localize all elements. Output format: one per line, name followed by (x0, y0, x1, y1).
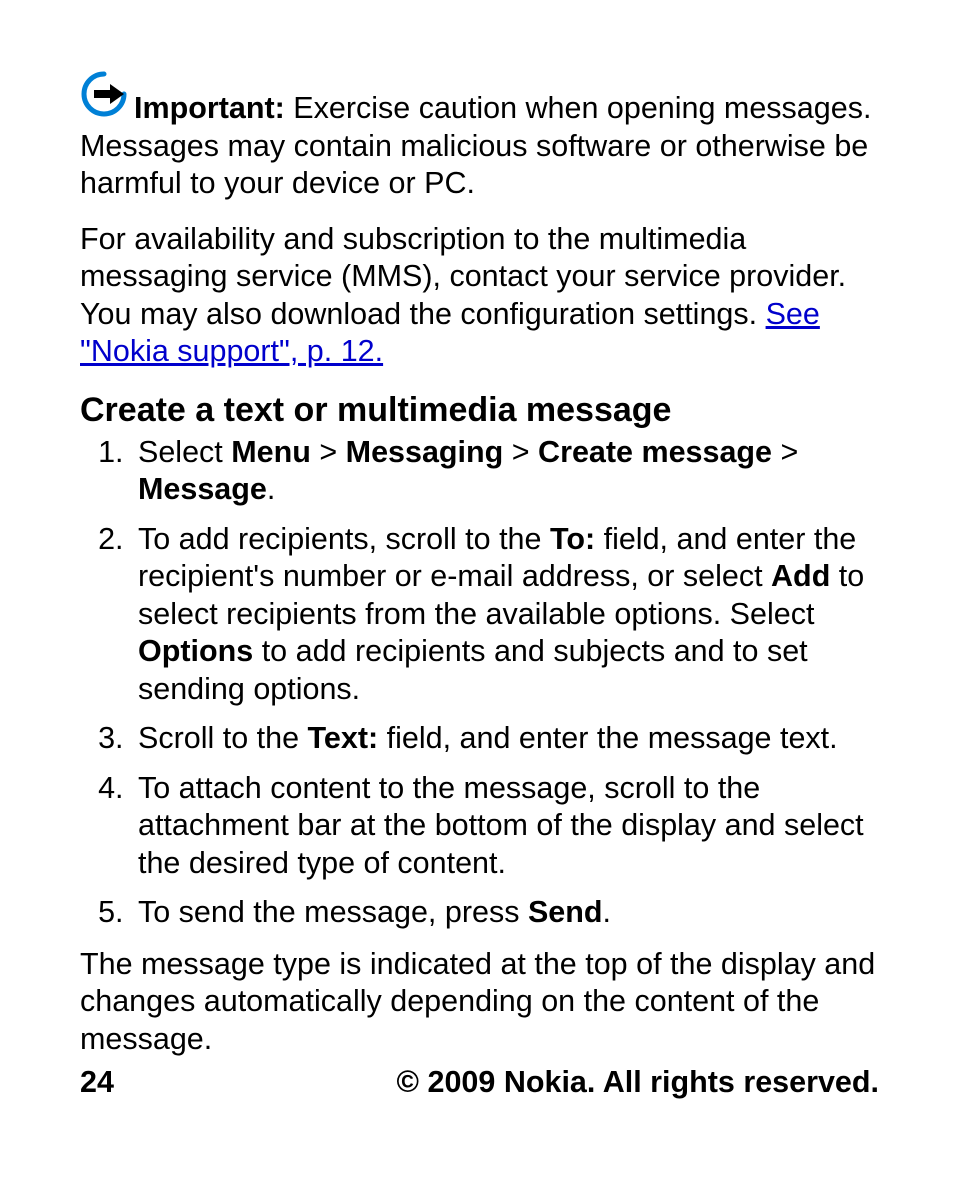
messaging-label: Messaging (346, 435, 504, 469)
list-item: To add recipients, scroll to the To: fie… (132, 521, 879, 709)
message-label: Message (138, 472, 267, 506)
list-item: Scroll to the Text: field, and enter the… (132, 720, 879, 758)
availability-text: For availability and subscription to the… (80, 222, 846, 331)
menu-label: Menu (231, 435, 311, 469)
to-field-label: To: (550, 522, 595, 556)
steps-list: Select Menu > Messaging > Create message… (80, 434, 879, 932)
availability-paragraph: For availability and subscription to the… (80, 221, 879, 371)
page-number: 24 (80, 1065, 114, 1100)
manual-page: Important: Exercise caution when opening… (0, 0, 954, 1180)
list-item: To send the message, press Send. (132, 894, 879, 932)
send-label: Send (528, 895, 603, 929)
options-label: Options (138, 634, 253, 668)
text-field-label: Text: (308, 721, 379, 755)
important-paragraph: Important: Exercise caution when opening… (80, 70, 879, 203)
section-heading: Create a text or multimedia message (80, 391, 879, 430)
copyright-text: © 2009 Nokia. All rights reserved. (397, 1065, 879, 1100)
important-arrow-icon (80, 70, 128, 128)
page-footer: 24 © 2009 Nokia. All rights reserved. (80, 1065, 879, 1100)
important-label: Important: (134, 91, 285, 125)
create-message-label: Create message (538, 435, 772, 469)
closing-paragraph: The message type is indicated at the top… (80, 946, 879, 1059)
list-item: Select Menu > Messaging > Create message… (132, 434, 879, 509)
list-item: To attach content to the message, scroll… (132, 770, 879, 883)
add-label: Add (771, 559, 830, 593)
